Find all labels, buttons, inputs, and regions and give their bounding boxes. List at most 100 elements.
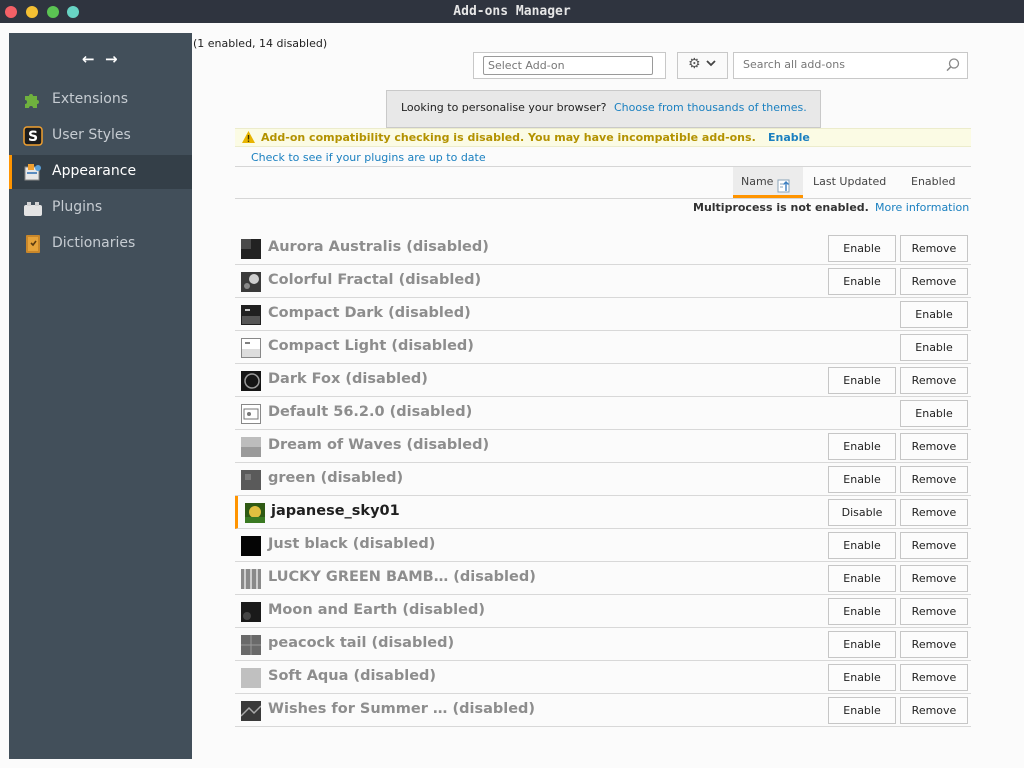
enable-button[interactable]: Enable bbox=[828, 235, 896, 262]
warning-icon bbox=[241, 130, 256, 147]
stylish-icon: S bbox=[23, 126, 43, 146]
enable-button[interactable]: Enable bbox=[900, 301, 968, 328]
svg-text:S: S bbox=[28, 129, 38, 145]
search-input[interactable]: Search all add-ons bbox=[733, 52, 968, 79]
theme-row[interactable]: peacock tail (disabled) Enable Remove bbox=[235, 628, 971, 661]
theme-row[interactable]: Default 56.2.0 (disabled) Enable bbox=[235, 397, 971, 430]
theme-row[interactable]: Colorful Fractal (disabled) Enable Remove bbox=[235, 265, 971, 298]
sidebar: ← → Extensions S User Styles Appearance … bbox=[9, 33, 192, 759]
theme-name: japanese_sky01 bbox=[271, 503, 400, 519]
sort-bar: Name Last Updated Enabled bbox=[235, 166, 971, 199]
tools-menu-button[interactable]: ⚙ bbox=[677, 52, 728, 79]
sidebar-item-label: Extensions bbox=[52, 91, 129, 107]
theme-row[interactable]: Aurora Australis (disabled) Enable Remove bbox=[235, 232, 971, 265]
appearance-icon bbox=[23, 162, 43, 182]
sidebar-item-extensions[interactable]: Extensions bbox=[9, 83, 192, 117]
remove-button[interactable]: Remove bbox=[900, 697, 968, 724]
warning-text: Add-on compatibility checking is disable… bbox=[261, 131, 756, 144]
theme-name: green (disabled) bbox=[268, 470, 404, 486]
remove-button[interactable]: Remove bbox=[900, 433, 968, 460]
theme-preview-thumbnail bbox=[240, 701, 262, 721]
theme-preview-thumbnail bbox=[241, 305, 261, 325]
enable-button[interactable]: Enable bbox=[828, 631, 896, 658]
select-addon-field[interactable]: Select Add-on bbox=[483, 56, 653, 75]
remove-button[interactable]: Remove bbox=[900, 565, 968, 592]
theme-row[interactable]: LUCKY GREEN BAMB… (disabled) Enable Remove bbox=[235, 562, 971, 595]
sidebar-item-label: Dictionaries bbox=[52, 235, 136, 251]
theme-preview-thumbnail bbox=[241, 437, 261, 457]
sidebar-item-dictionaries[interactable]: Dictionaries bbox=[9, 227, 192, 261]
get-themes-link[interactable]: Choose from thousands of themes. bbox=[614, 101, 807, 114]
sidebar-item-appearance[interactable]: Appearance bbox=[9, 155, 192, 189]
theme-preview-thumbnail bbox=[241, 668, 261, 688]
theme-preview-thumbnail bbox=[241, 239, 261, 259]
sidebar-item-user-styles[interactable]: S User Styles bbox=[9, 119, 192, 153]
theme-preview-thumbnail bbox=[241, 635, 261, 655]
theme-preview-thumbnail bbox=[241, 404, 261, 424]
sort-by-name-button[interactable]: Name bbox=[733, 167, 803, 198]
theme-name: Moon and Earth (disabled) bbox=[268, 602, 485, 618]
theme-preview-thumbnail bbox=[241, 371, 261, 391]
remove-button[interactable]: Remove bbox=[900, 598, 968, 625]
remove-button[interactable]: Remove bbox=[900, 235, 968, 262]
dictionary-icon bbox=[23, 234, 43, 254]
arrow-right-icon[interactable]: → bbox=[105, 51, 118, 67]
banner-text: Looking to personalise your browser? bbox=[401, 101, 607, 114]
remove-button[interactable]: Remove bbox=[900, 466, 968, 493]
enable-button[interactable]: Enable bbox=[828, 697, 896, 724]
theme-row[interactable]: Soft Aqua (disabled) Enable Remove bbox=[235, 661, 971, 694]
enable-button[interactable]: Enable bbox=[828, 433, 896, 460]
compatibility-warning: Add-on compatibility checking is disable… bbox=[235, 128, 971, 147]
enable-button[interactable]: Enable bbox=[828, 466, 896, 493]
sidebar-item-plugins[interactable]: Plugins bbox=[9, 191, 192, 225]
enable-button[interactable]: Enable bbox=[828, 268, 896, 295]
theme-row[interactable]: green (disabled) Enable Remove bbox=[235, 463, 971, 496]
search-placeholder: Search all add-ons bbox=[743, 58, 845, 71]
theme-name: peacock tail (disabled) bbox=[268, 635, 455, 651]
remove-button[interactable]: Remove bbox=[900, 268, 968, 295]
theme-row[interactable]: Moon and Earth (disabled) Enable Remove bbox=[235, 595, 971, 628]
multiprocess-more-info-link[interactable]: More information bbox=[875, 201, 969, 214]
puzzle-icon bbox=[23, 90, 43, 110]
theme-name: LUCKY GREEN BAMB… (disabled) bbox=[268, 569, 536, 585]
arrow-left-icon[interactable]: ← bbox=[82, 51, 95, 67]
enable-button[interactable]: Enable bbox=[900, 334, 968, 361]
theme-name: Dark Fox (disabled) bbox=[268, 371, 428, 387]
gear-icon: ⚙ bbox=[688, 56, 701, 72]
theme-row[interactable]: Dark Fox (disabled) Enable Remove bbox=[235, 364, 971, 397]
enable-compat-check-link[interactable]: Enable bbox=[768, 131, 810, 144]
disable-button[interactable]: Disable bbox=[828, 499, 896, 526]
theme-preview-thumbnail bbox=[245, 503, 265, 523]
chevron-down-icon bbox=[706, 57, 716, 70]
enable-button[interactable]: Enable bbox=[828, 565, 896, 592]
theme-row[interactable]: Just black (disabled) Enable Remove bbox=[235, 529, 971, 562]
sort-name-label: Name bbox=[741, 175, 774, 188]
enable-button[interactable]: Enable bbox=[900, 400, 968, 427]
remove-button[interactable]: Remove bbox=[900, 631, 968, 658]
sort-by-last-updated-button[interactable]: Last Updated bbox=[813, 167, 886, 198]
remove-button[interactable]: Remove bbox=[900, 367, 968, 394]
enable-button[interactable]: Enable bbox=[828, 664, 896, 691]
plugin-check-link[interactable]: Check to see if your plugins are up to d… bbox=[251, 151, 486, 164]
remove-button[interactable]: Remove bbox=[900, 532, 968, 559]
remove-button[interactable]: Remove bbox=[900, 664, 968, 691]
theme-name: Soft Aqua (disabled) bbox=[268, 668, 437, 684]
sidebar-item-label: Plugins bbox=[52, 199, 103, 215]
theme-preview-thumbnail bbox=[241, 536, 261, 556]
plugin-icon bbox=[23, 198, 43, 218]
addon-summary: (1 enabled, 14 disabled) bbox=[193, 37, 328, 50]
enable-button[interactable]: Enable bbox=[828, 367, 896, 394]
remove-button[interactable]: Remove bbox=[900, 499, 968, 526]
theme-row[interactable]: Wishes for Summer … (disabled) Enable Remo… bbox=[235, 694, 971, 727]
theme-name: Wishes for Summer … (disabled) bbox=[268, 701, 536, 717]
theme-row[interactable]: japanese_sky01 Disable Remove bbox=[235, 496, 971, 529]
enable-button[interactable]: Enable bbox=[828, 598, 896, 625]
enable-button[interactable]: Enable bbox=[828, 532, 896, 559]
theme-row[interactable]: Compact Light (disabled) Enable bbox=[235, 331, 971, 364]
theme-row[interactable]: Compact Dark (disabled) Enable bbox=[235, 298, 971, 331]
select-addon-dropdown[interactable]: Select Add-on bbox=[473, 52, 666, 79]
title-bar: Add-ons Manager bbox=[0, 0, 1024, 23]
sort-by-enabled-button[interactable]: Enabled bbox=[911, 167, 955, 198]
search-icon[interactable] bbox=[945, 57, 961, 76]
theme-row[interactable]: Dream of Waves (disabled) Enable Remove bbox=[235, 430, 971, 463]
